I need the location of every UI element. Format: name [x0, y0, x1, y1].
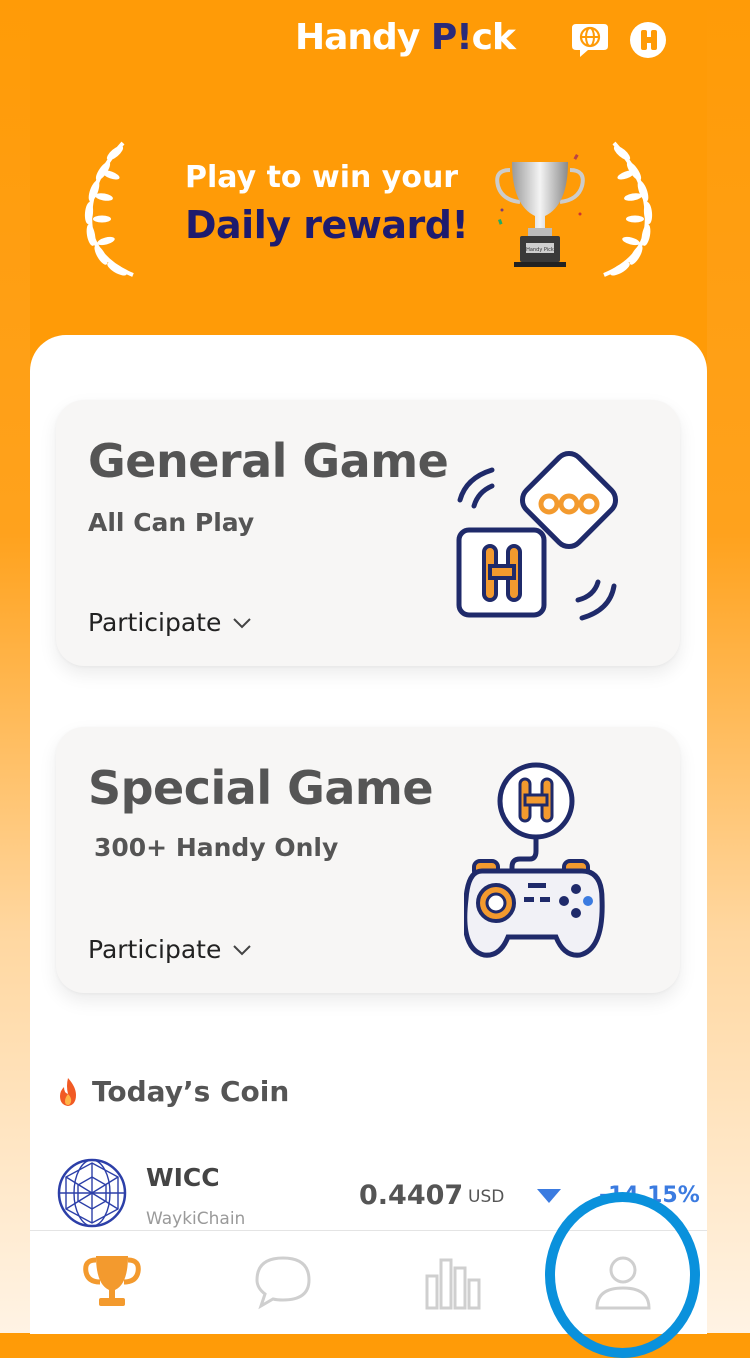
- laurel-left-icon: [84, 141, 134, 277]
- nav-trophy[interactable]: [77, 1247, 147, 1317]
- bar-chart-icon: [425, 1258, 481, 1310]
- general-game-card[interactable]: General Game All Can Play Participate: [56, 400, 680, 666]
- waykichain-logo-icon: [57, 1158, 127, 1228]
- logo-text: Handy: [295, 17, 431, 58]
- nav-profile[interactable]: [588, 1247, 658, 1317]
- chevron-down-icon: [233, 617, 252, 628]
- banner-headline: Play to win your: [185, 160, 459, 195]
- user-icon: [595, 1256, 651, 1310]
- trophy-plate-label: Handy Pick: [526, 247, 554, 253]
- coin-fullname: WaykiChain: [146, 1209, 246, 1229]
- banner-reward-text: Daily reward!: [185, 203, 469, 247]
- gamepad-icon: [464, 762, 605, 958]
- card-title: Special Game: [88, 761, 434, 815]
- card-subtitle: All Can Play: [88, 508, 255, 537]
- coin-price: 0.4407: [359, 1180, 464, 1211]
- todays-coin-label: Today’s Coin: [92, 1075, 290, 1108]
- coin-symbol: WICC: [146, 1163, 220, 1192]
- coin-currency: USD: [468, 1187, 505, 1207]
- participate-label: Participate: [88, 608, 222, 637]
- coin-row-wicc[interactable]: WICC WaykiChain 0.4407 USD -14.15%: [56, 1155, 700, 1235]
- chat-bubble-icon: [255, 1256, 311, 1310]
- participate-label: Participate: [88, 935, 222, 964]
- participate-button[interactable]: Participate: [88, 608, 253, 637]
- todays-coin-heading: Today’s Coin: [56, 1075, 289, 1108]
- card-subtitle: 300+ Handy Only: [94, 833, 339, 862]
- nav-chat[interactable]: [248, 1247, 318, 1317]
- app-screen: Handy P!ck Play to win your Daily reward…: [30, 0, 707, 1358]
- special-game-card[interactable]: Special Game 300+ Handy Only Participate: [56, 727, 680, 993]
- handy-coin-icon[interactable]: [628, 20, 668, 60]
- dice-icon: [456, 450, 619, 621]
- handy-pick-logo: Handy P!ck: [295, 16, 516, 60]
- trophy-icon: Handy Pick: [495, 154, 585, 267]
- fire-icon: [60, 1077, 76, 1106]
- coin-change: -14.15%: [599, 1183, 700, 1208]
- participate-button[interactable]: Participate: [88, 935, 253, 964]
- bottom-nav: [30, 1230, 707, 1334]
- trend-down-icon: [537, 1189, 561, 1203]
- chevron-down-icon: [233, 944, 252, 955]
- content-sheet: General Game All Can Play Participate Sp…: [30, 335, 707, 1358]
- trophy-icon: [83, 1256, 141, 1306]
- logo-mark: P!: [430, 17, 473, 58]
- globe-chat-icon[interactable]: [570, 20, 610, 60]
- logo-tail: ck: [471, 17, 516, 58]
- card-title: General Game: [88, 434, 449, 488]
- laurel-right-icon: [603, 141, 653, 277]
- nav-stats[interactable]: [418, 1247, 488, 1317]
